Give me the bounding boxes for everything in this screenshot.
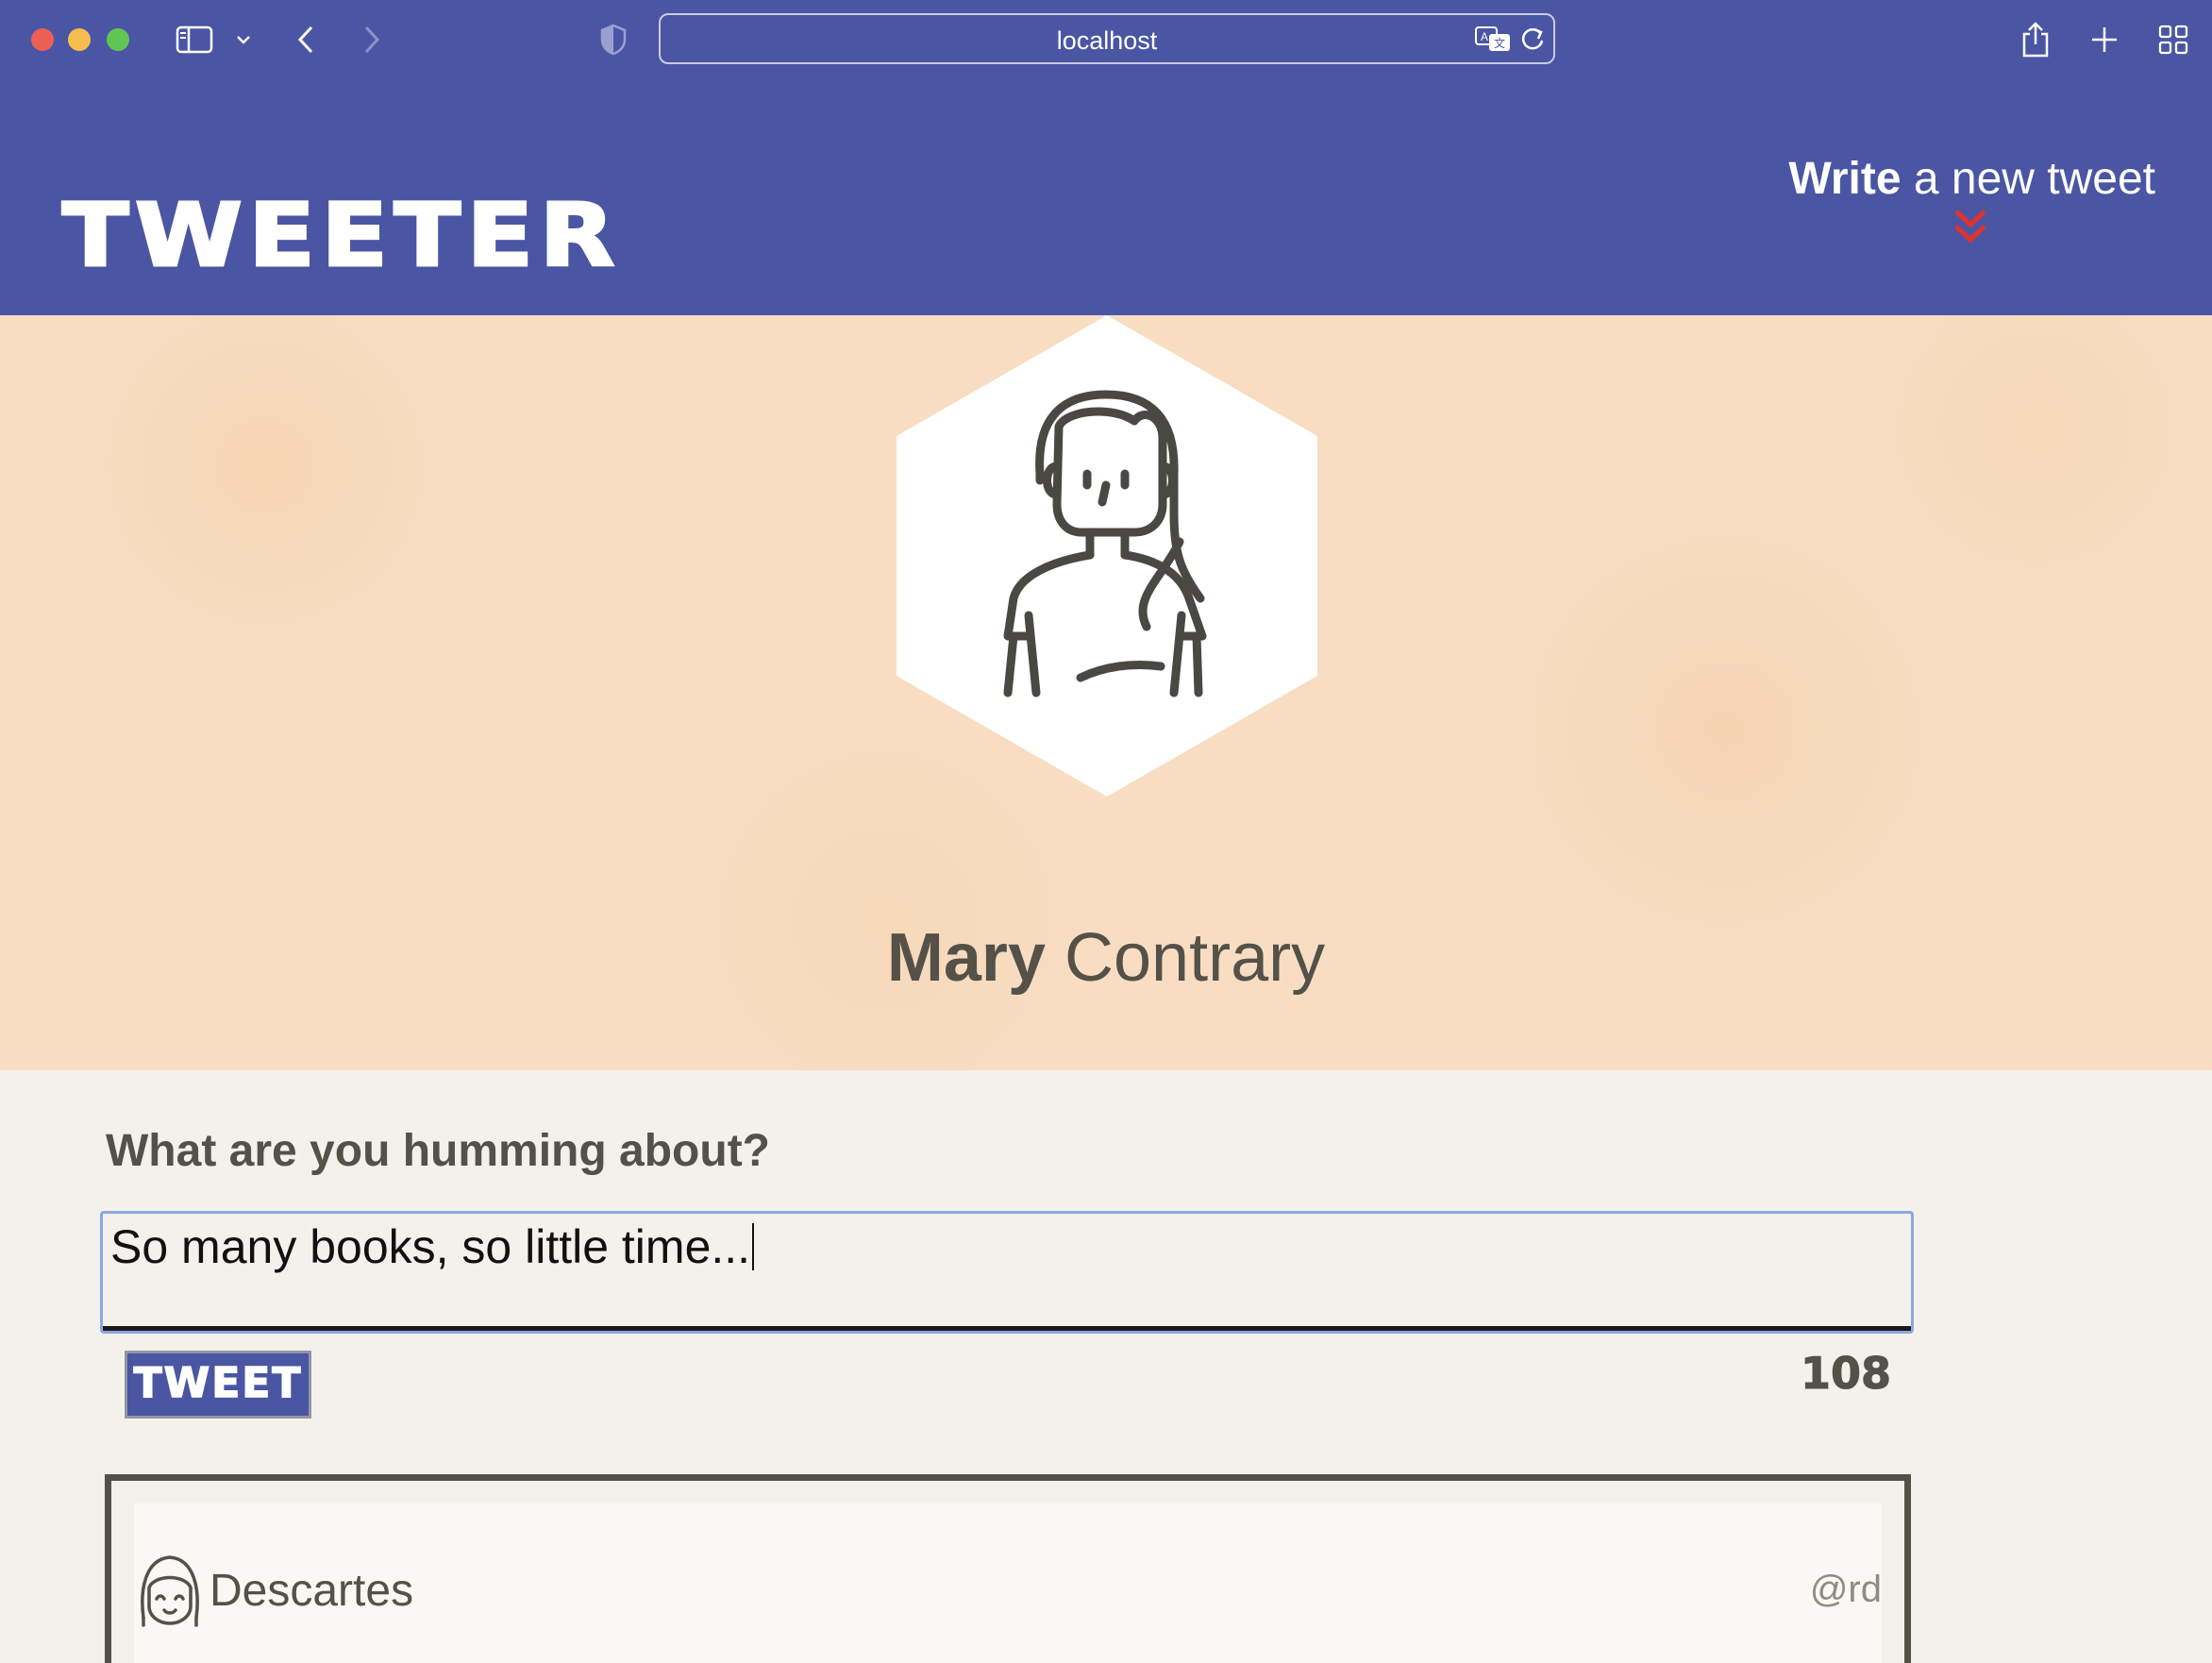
app-logo[interactable]: TWEETER	[60, 191, 621, 280]
tweet-author-name[interactable]: Descartes	[209, 1565, 413, 1617]
profile-name: Mary Contrary	[0, 919, 2212, 997]
character-counter: 108	[1800, 1348, 1891, 1400]
app-header: TWEETER Write a new tweet	[0, 79, 2212, 315]
compose-prompt: What are you humming about?	[106, 1126, 770, 1176]
tweet-author-handle[interactable]: @rd	[1810, 1569, 1882, 1611]
forward-icon[interactable]	[360, 19, 383, 60]
profile-avatar	[897, 315, 1317, 797]
profile-hero: Mary Contrary	[0, 315, 2212, 1070]
translate-icon[interactable]: A 文	[1474, 18, 1512, 59]
zoom-window-button[interactable]	[107, 28, 129, 51]
browser-toolbar: localhost A 文	[0, 0, 2212, 79]
address-text: localhost	[1056, 26, 1158, 55]
profile-last-name: Contrary	[1046, 920, 1326, 996]
close-window-button[interactable]	[31, 28, 54, 51]
svg-text:A: A	[1481, 30, 1488, 43]
tweet-textarea[interactable]: So many books, so little time...	[100, 1211, 1914, 1334]
cta-rest-text: a new tweet	[1901, 154, 2155, 204]
back-icon[interactable]	[294, 19, 317, 60]
write-new-tweet-link[interactable]: Write a new tweet	[1788, 153, 2155, 205]
text-caret	[752, 1223, 755, 1270]
minimize-window-button[interactable]	[68, 28, 91, 51]
svg-text:文: 文	[1494, 36, 1505, 50]
privacy-shield-icon[interactable]	[600, 19, 627, 60]
reload-icon[interactable]	[1519, 18, 1546, 59]
textarea-underline	[103, 1326, 1911, 1331]
sidebar-toggle-icon[interactable]	[176, 19, 213, 60]
address-bar[interactable]: localhost A 文	[659, 13, 1555, 64]
profile-first-name: Mary	[886, 920, 1046, 996]
tweet-textarea-value: So many books, so little time...	[110, 1219, 755, 1274]
double-chevron-down-icon[interactable]	[1952, 208, 1989, 252]
new-tab-icon[interactable]	[2089, 19, 2120, 60]
chevron-down-icon[interactable]	[234, 19, 253, 60]
face-avatar-icon	[136, 1552, 204, 1634]
tab-overview-icon[interactable]	[2157, 19, 2189, 60]
cta-strong-text: Write	[1788, 154, 1902, 204]
share-icon[interactable]	[2021, 19, 2050, 60]
tweet-button[interactable]: TWEET	[125, 1351, 311, 1419]
